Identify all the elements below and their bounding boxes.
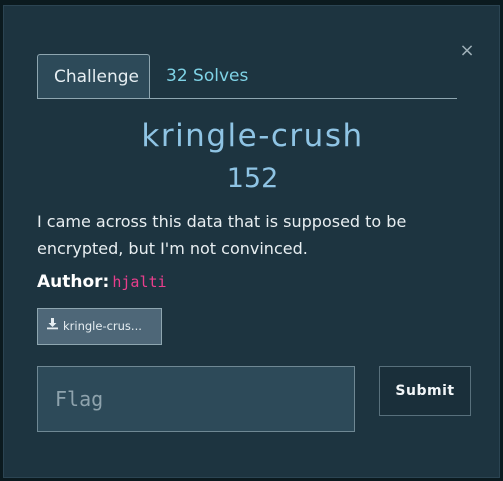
author-label: Author:: [37, 272, 110, 292]
tab-challenge[interactable]: Challenge: [37, 54, 150, 98]
author-name: hjalti: [112, 273, 167, 291]
flag-input[interactable]: [37, 366, 355, 432]
file-label: kringle-crus...: [63, 319, 142, 333]
author-line: Author: hjalti: [37, 272, 167, 292]
challenge-points: 152: [226, 163, 279, 194]
file-download-button[interactable]: kringle-crus...: [37, 308, 162, 345]
challenge-modal: × Challenge 32 Solves kringle-crush 152 …: [3, 5, 500, 478]
challenge-title: kringle-crush: [141, 118, 364, 154]
tab-solves[interactable]: 32 Solves: [150, 54, 264, 98]
download-icon: [46, 309, 59, 344]
close-icon[interactable]: ×: [456, 40, 478, 62]
challenge-description: I came across this data that is supposed…: [37, 212, 407, 258]
submit-button[interactable]: Submit: [379, 366, 471, 416]
modal-tabs: Challenge 32 Solves: [37, 54, 457, 99]
